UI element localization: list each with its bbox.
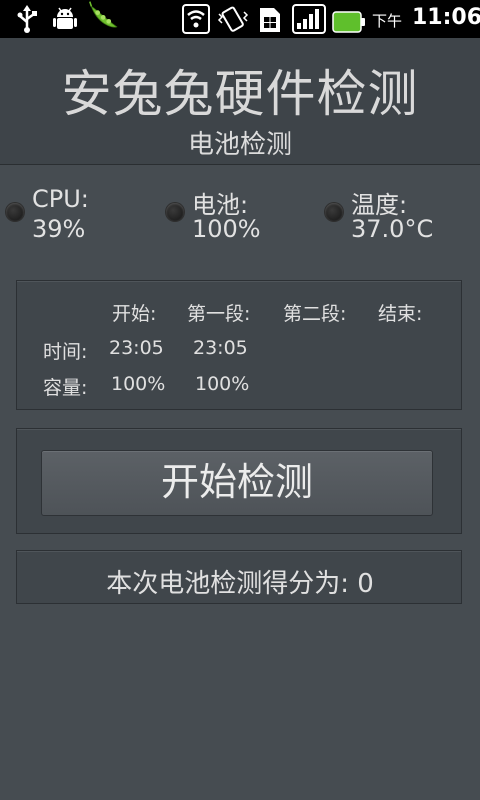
row-capacity-stage-one: 100% bbox=[195, 373, 250, 395]
header-end: 结束: bbox=[378, 303, 423, 325]
action-panel: 开始检测 bbox=[16, 428, 462, 534]
battery-indicator: 电池: 100% bbox=[166, 183, 316, 253]
start-test-button[interactable]: 开始检测 bbox=[41, 450, 433, 516]
header: 安兔兔硬件检测 电池检测 bbox=[0, 38, 480, 165]
sim-card-icon bbox=[260, 8, 280, 32]
row-time-stage-one: 23:05 bbox=[193, 337, 248, 359]
row-time-label: 时间: bbox=[43, 341, 88, 363]
stage-table-panel: 开始: 第一段: 第二段: 结束: 时间: 23:05 23:05 容量: 10… bbox=[16, 280, 462, 410]
score-panel: 本次电池检测得分为: 0 bbox=[16, 550, 462, 604]
app-title: 安兔兔硬件检测 bbox=[61, 65, 419, 123]
cpu-label: CPU: bbox=[32, 185, 89, 213]
temperature-indicator: 温度: 37.0°C bbox=[325, 183, 475, 253]
score-text: 本次电池检测得分为: 0 bbox=[106, 569, 374, 599]
battery-value: 100% bbox=[192, 215, 261, 243]
wifi-icon bbox=[182, 4, 210, 34]
header-start: 开始: bbox=[112, 303, 157, 325]
temperature-status-led bbox=[325, 203, 343, 221]
header-stage-one: 第一段: bbox=[187, 303, 251, 325]
row-capacity-label: 容量: bbox=[43, 377, 88, 399]
signal-strength-icon bbox=[292, 4, 326, 34]
cpu-indicator: CPU: 39% bbox=[6, 183, 156, 253]
row-time-start: 23:05 bbox=[109, 337, 164, 359]
temperature-value: 37.0°C bbox=[351, 215, 434, 243]
battery-status-led bbox=[166, 203, 184, 221]
status-bar: 下午 11:06 bbox=[0, 0, 480, 38]
battery-icon bbox=[332, 11, 365, 33]
clock: 11:06 bbox=[412, 5, 480, 30]
row-capacity-start: 100% bbox=[111, 373, 166, 395]
cpu-value: 39% bbox=[32, 215, 86, 243]
cpu-status-led bbox=[6, 203, 24, 221]
usb-icon bbox=[17, 5, 37, 33]
time-period: 下午 bbox=[372, 12, 403, 30]
header-stage-two: 第二段: bbox=[283, 303, 347, 325]
android-debug-icon bbox=[53, 7, 77, 29]
peapod-app-icon bbox=[89, 1, 118, 28]
vibrate-icon bbox=[217, 6, 249, 32]
page-subtitle: 电池检测 bbox=[187, 130, 292, 160]
